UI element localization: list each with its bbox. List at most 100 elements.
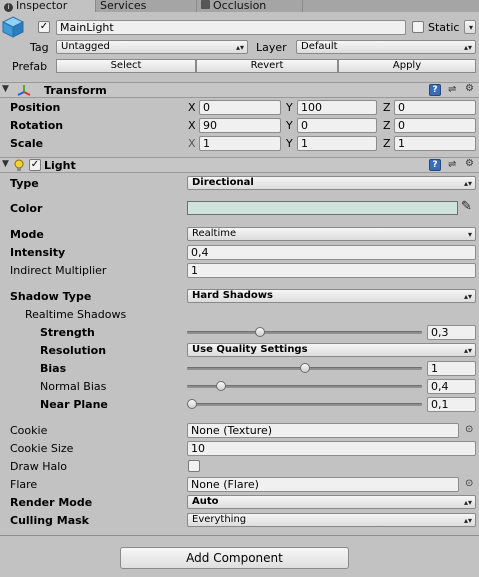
preset-icon[interactable]: ⇌ [448,84,456,96]
foldout-arrow-icon[interactable]: ▼ [2,84,9,94]
scale-y-input[interactable]: 1 [297,136,377,151]
info-icon: i [4,3,13,12]
color-swatch[interactable] [187,201,458,215]
tab-bar: i Inspector Services Occlusion [0,0,479,12]
tab-inspector[interactable]: i Inspector [0,0,96,12]
bias-input[interactable]: 1 [427,361,476,376]
foldout-arrow-icon[interactable]: ▼ [2,159,9,169]
rotation-y-input[interactable]: 0 [297,118,377,133]
normal-bias-label: Normal Bias [40,380,107,393]
help-icon[interactable]: ? [429,159,441,171]
light-enabled-checkbox[interactable]: ✓ [29,159,41,171]
preset-icon[interactable]: ⇌ [448,159,456,171]
light-bulb-icon [13,159,25,175]
normal-bias-input[interactable]: 0,4 [427,379,476,394]
prefab-revert-button[interactable]: Revert [196,59,338,73]
gameobject-cube-icon [1,16,25,38]
tab-occlusion-label: Occlusion [213,0,267,12]
axis-z-label: Z [383,101,391,114]
cookie-size-input[interactable]: 10 [187,441,476,456]
tab-inspector-label: Inspector [16,0,68,12]
layer-dropdown[interactable]: Default ▴▾ [296,40,476,54]
mode-dropdown[interactable]: Realtime ▾ [187,227,476,241]
tab-occlusion[interactable]: Occlusion [197,0,303,12]
draw-halo-checkbox[interactable] [188,460,200,472]
position-x-input[interactable]: 0 [199,100,281,115]
static-checkbox[interactable] [412,21,424,33]
rotation-label: Rotation [10,119,64,132]
strength-input[interactable]: 0,3 [427,325,476,340]
normal-bias-slider-thumb[interactable] [216,381,227,391]
chevron-updown-icon: ▴▾ [463,346,472,355]
axis-x-label: X [188,137,196,150]
position-y-input[interactable]: 100 [297,100,377,115]
prefab-apply-button[interactable]: Apply [338,59,476,73]
shadow-type-dropdown[interactable]: Hard Shadows ▴▾ [187,289,476,303]
chevron-updown-icon: ▴▾ [463,292,472,301]
transform-axes-icon [16,83,32,100]
add-component-button[interactable]: Add Component [120,547,349,569]
prefab-select-button[interactable]: Select [56,59,196,73]
intensity-input[interactable]: 0,4 [187,245,476,260]
tag-label: Tag [30,41,49,54]
strength-slider-track[interactable] [187,331,422,334]
light-title: Light [44,159,76,172]
transform-title: Transform [44,84,107,97]
bias-label: Bias [40,362,67,375]
scale-x-input[interactable]: 1 [199,136,281,151]
gear-icon[interactable]: ⚙ [465,83,474,95]
resolution-dropdown[interactable]: Use Quality Settings ▴▾ [187,343,476,357]
transform-header[interactable]: ▼ Transform ? ⇌ ⚙ [0,82,479,98]
chevron-updown-icon: ▴▾ [463,498,472,507]
scale-z-input[interactable]: 1 [394,136,476,151]
static-dropdown[interactable]: ▾ [464,20,476,34]
axis-y-label: Y [286,137,293,150]
type-dropdown[interactable]: Directional ▴▾ [187,176,476,190]
tab-services-label: Services [100,0,147,12]
object-name-input[interactable]: MainLight [56,20,406,35]
resolution-label: Resolution [40,344,107,357]
chevron-updown-icon: ▴▾ [235,43,244,52]
near-plane-input[interactable]: 0,1 [427,397,476,412]
near-plane-slider-track[interactable] [187,403,422,406]
object-picker-icon[interactable]: ⊙ [465,478,473,489]
strength-slider-thumb[interactable] [254,327,265,337]
cookie-label: Cookie [10,424,48,437]
flare-object-field[interactable]: None (Flare) [187,477,459,492]
indirect-multiplier-input[interactable]: 1 [187,263,476,278]
cookie-object-field[interactable]: None (Texture) [187,423,459,438]
bias-slider-thumb[interactable] [299,363,310,373]
axis-x-label: X [188,119,196,132]
render-mode-value: Auto [192,496,219,507]
prefab-label: Prefab [12,60,48,73]
near-plane-slider-thumb[interactable] [187,399,197,409]
layer-value: Default [301,41,338,52]
mode-label: Mode [10,228,44,241]
object-picker-icon[interactable]: ⊙ [465,424,473,435]
tag-dropdown[interactable]: Untagged ▴▾ [56,40,248,54]
cookie-size-label: Cookie Size [10,442,74,455]
help-icon[interactable]: ? [429,84,441,96]
rotation-z-input[interactable]: 0 [394,118,476,133]
occlusion-icon [201,0,210,9]
culling-mask-dropdown[interactable]: Everything ▴▾ [187,513,476,527]
culling-mask-label: Culling Mask [10,514,89,527]
eyedropper-icon[interactable]: ✎ [461,199,472,214]
type-label: Type [10,177,39,190]
divider [0,535,479,536]
color-label: Color [10,202,43,215]
light-header[interactable]: ▼ ✓ Light ? ⇌ ⚙ [0,157,479,173]
position-z-input[interactable]: 0 [394,100,476,115]
near-plane-label: Near Plane [40,398,108,411]
indirect-multiplier-label: Indirect Multiplier [10,264,107,277]
active-checkbox[interactable]: ✓ [38,21,50,33]
mode-value: Realtime [192,228,237,239]
gear-icon[interactable]: ⚙ [465,158,474,170]
render-mode-dropdown[interactable]: Auto ▴▾ [187,495,476,509]
culling-mask-value: Everything [192,514,247,525]
axis-y-label: Y [286,119,293,132]
render-mode-label: Render Mode [10,496,93,509]
flare-label: Flare [10,478,38,491]
tab-services[interactable]: Services [96,0,197,12]
rotation-x-input[interactable]: 90 [199,118,281,133]
